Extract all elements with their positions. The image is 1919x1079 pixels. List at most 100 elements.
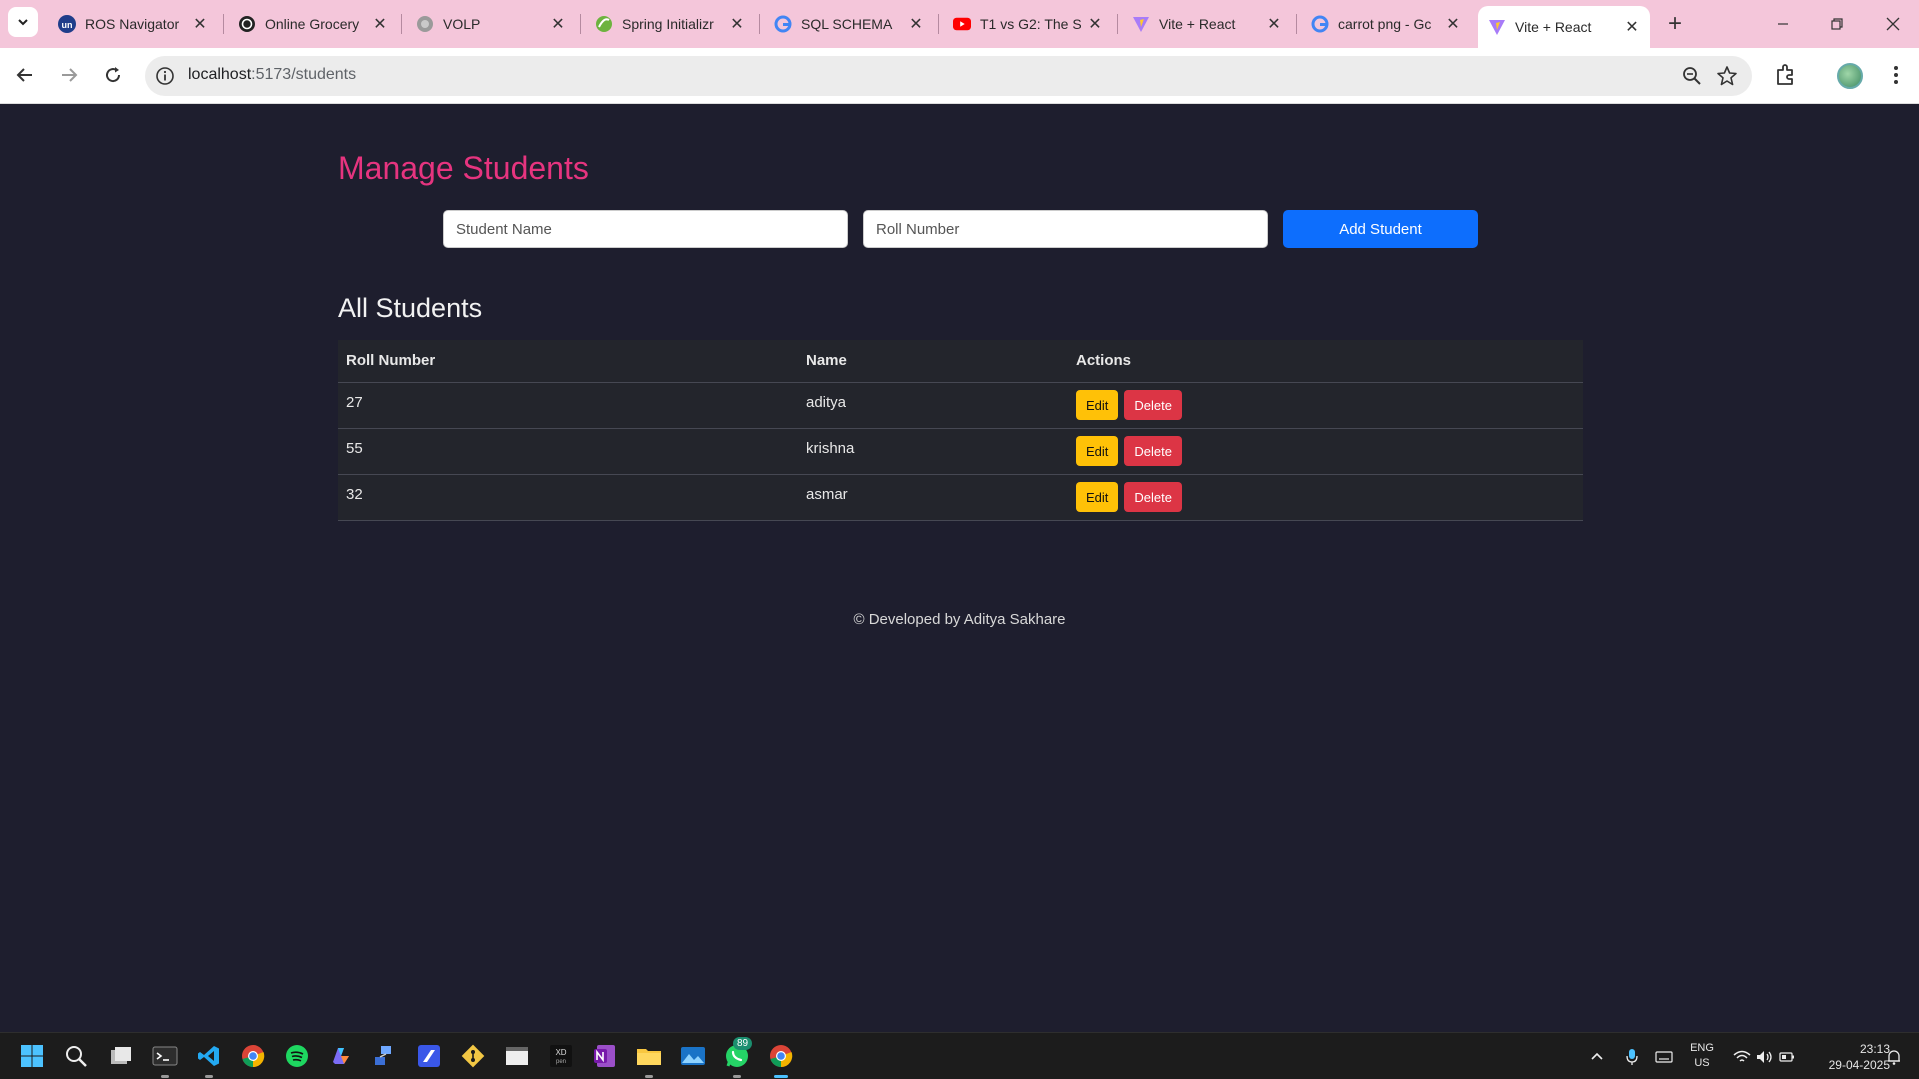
google-logo-icon	[774, 15, 792, 33]
taskbar-file-explorer[interactable]	[634, 1041, 664, 1071]
edit-button[interactable]: Edit	[1076, 436, 1119, 466]
site-info-icon[interactable]	[155, 66, 175, 86]
minimize-button[interactable]	[1760, 8, 1806, 40]
delete-button[interactable]: Delete	[1124, 482, 1182, 512]
taskbar-search-button[interactable]	[61, 1041, 91, 1071]
close-icon[interactable]: ✕	[372, 16, 388, 33]
tab-sql-schema[interactable]: SQL SCHEMA ✕	[764, 8, 934, 40]
reload-icon	[106, 67, 121, 83]
edit-button[interactable]: Edit	[1076, 482, 1119, 512]
restore-button[interactable]	[1814, 8, 1860, 40]
address-bar[interactable]: localhost:5173/students	[145, 56, 1752, 96]
tab-title: Vite + React	[1515, 19, 1592, 35]
edit-button[interactable]: Edit	[1076, 390, 1119, 420]
taskbar-copilot[interactable]	[326, 1041, 356, 1071]
section-title: All Students	[338, 293, 483, 323]
close-icon[interactable]: ✕	[1087, 16, 1103, 33]
spring-logo-icon	[595, 15, 613, 33]
microphone-icon	[1626, 1048, 1638, 1065]
actions-cell: Edit Delete	[1068, 428, 1583, 475]
tab-divider	[1296, 14, 1297, 34]
bookmark-star-icon[interactable]	[1716, 65, 1738, 87]
roll-number-cell: 55	[338, 428, 798, 475]
tab-vite-react[interactable]: Vite + React ✕	[1122, 8, 1292, 40]
tab-ros-navigator[interactable]: un ROS Navigator ✕	[48, 8, 218, 40]
taskbar-terminal[interactable]	[150, 1041, 180, 1071]
url-text[interactable]: localhost:5173/students	[188, 66, 356, 84]
task-view-icon	[111, 1047, 131, 1064]
show-hidden-icons-button[interactable]	[1590, 1033, 1604, 1079]
roll-number-cell: 32	[338, 474, 798, 521]
taskbar-chrome-active[interactable]	[766, 1041, 796, 1071]
task-view-button[interactable]	[106, 1041, 136, 1071]
delete-button[interactable]: Delete	[1124, 390, 1182, 420]
keyboard-button[interactable]	[1655, 1033, 1673, 1079]
tab-title: Vite + React	[1159, 16, 1236, 32]
back-button[interactable]	[10, 60, 40, 90]
taskbar-spotify[interactable]	[282, 1041, 312, 1071]
region-code: US	[1694, 1057, 1710, 1069]
taskbar-onenote[interactable]	[590, 1041, 620, 1071]
tab-volp[interactable]: VOLP ✕	[406, 8, 576, 40]
student-name-input[interactable]	[443, 210, 848, 248]
windows-taskbar: XD pen 89 ENG US 23:13 29-04-2025	[0, 1032, 1919, 1079]
tab-divider	[1117, 14, 1118, 34]
taskbar-network-app[interactable]	[370, 1041, 400, 1071]
taskbar-window-app[interactable]	[502, 1041, 532, 1071]
close-icon[interactable]: ✕	[192, 16, 208, 33]
taskbar-photos[interactable]	[678, 1041, 708, 1071]
taskbar-pen-app[interactable]	[414, 1041, 444, 1071]
profile-avatar[interactable]	[1837, 63, 1863, 89]
onenote-icon	[594, 1045, 615, 1067]
battery-button[interactable]	[1779, 1033, 1795, 1079]
close-icon[interactable]: ✕	[1266, 16, 1282, 33]
start-button[interactable]	[17, 1041, 47, 1071]
tab-spring-initializr[interactable]: Spring Initializr ✕	[585, 8, 755, 40]
wifi-button[interactable]	[1733, 1033, 1751, 1079]
close-icon[interactable]: ✕	[1445, 16, 1461, 33]
reload-button[interactable]	[98, 60, 128, 90]
google-logo-icon	[1311, 15, 1329, 33]
microphone-button[interactable]	[1625, 1033, 1639, 1079]
window-close-button[interactable]	[1870, 8, 1916, 40]
tab-youtube[interactable]: T1 vs G2: The S ✕	[943, 8, 1113, 40]
forward-button[interactable]	[54, 60, 84, 90]
chrome-icon	[770, 1045, 793, 1068]
volume-button[interactable]	[1756, 1033, 1774, 1079]
taskbar-vscode[interactable]	[194, 1041, 224, 1071]
notifications-button[interactable]	[1886, 1033, 1902, 1079]
delete-button[interactable]: Delete	[1124, 436, 1182, 466]
taskbar-git-app[interactable]	[458, 1041, 488, 1071]
column-header-roll-number: Roll Number	[338, 340, 798, 383]
close-icon[interactable]: ✕	[1624, 19, 1640, 36]
system-clock[interactable]: 23:13 29-04-2025	[1800, 1041, 1890, 1073]
vite-logo-icon	[1488, 18, 1506, 36]
taskbar-chrome[interactable]	[238, 1041, 268, 1071]
close-icon[interactable]: ✕	[729, 16, 745, 33]
close-icon[interactable]: ✕	[908, 16, 924, 33]
new-tab-button[interactable]: +	[1661, 10, 1689, 38]
zoom-icon[interactable]	[1682, 66, 1702, 86]
roll-number-input[interactable]	[863, 210, 1268, 248]
tab-divider	[938, 14, 939, 34]
tab-divider	[759, 14, 760, 34]
tab-vite-react-active[interactable]: Vite + React ✕	[1478, 6, 1650, 48]
network-app-icon	[375, 1046, 391, 1065]
tab-search-button[interactable]	[8, 7, 38, 37]
actions-cell: Edit Delete	[1068, 474, 1583, 521]
tab-carrot-png[interactable]: carrot png - Gc ✕	[1301, 8, 1471, 40]
taskbar-xd-app[interactable]: XD pen	[546, 1041, 576, 1071]
table-row: 32 asmar Edit Delete	[338, 474, 1583, 521]
url-host: localhost	[188, 66, 252, 83]
browser-menu-button[interactable]	[1886, 62, 1906, 88]
arrow-right-icon	[62, 68, 78, 82]
close-icon[interactable]: ✕	[550, 16, 566, 33]
add-student-button[interactable]: Add Student	[1283, 210, 1478, 248]
openai-logo-icon	[238, 15, 256, 33]
notification-bell-icon	[1888, 1049, 1900, 1065]
clock-time: 23:13	[1859, 1042, 1890, 1056]
folder-icon	[637, 1049, 661, 1065]
tab-online-grocery[interactable]: Online Grocery ✕	[228, 8, 398, 40]
extensions-puzzle-icon[interactable]	[1773, 62, 1799, 88]
language-indicator[interactable]: ENG US	[1684, 1041, 1720, 1071]
